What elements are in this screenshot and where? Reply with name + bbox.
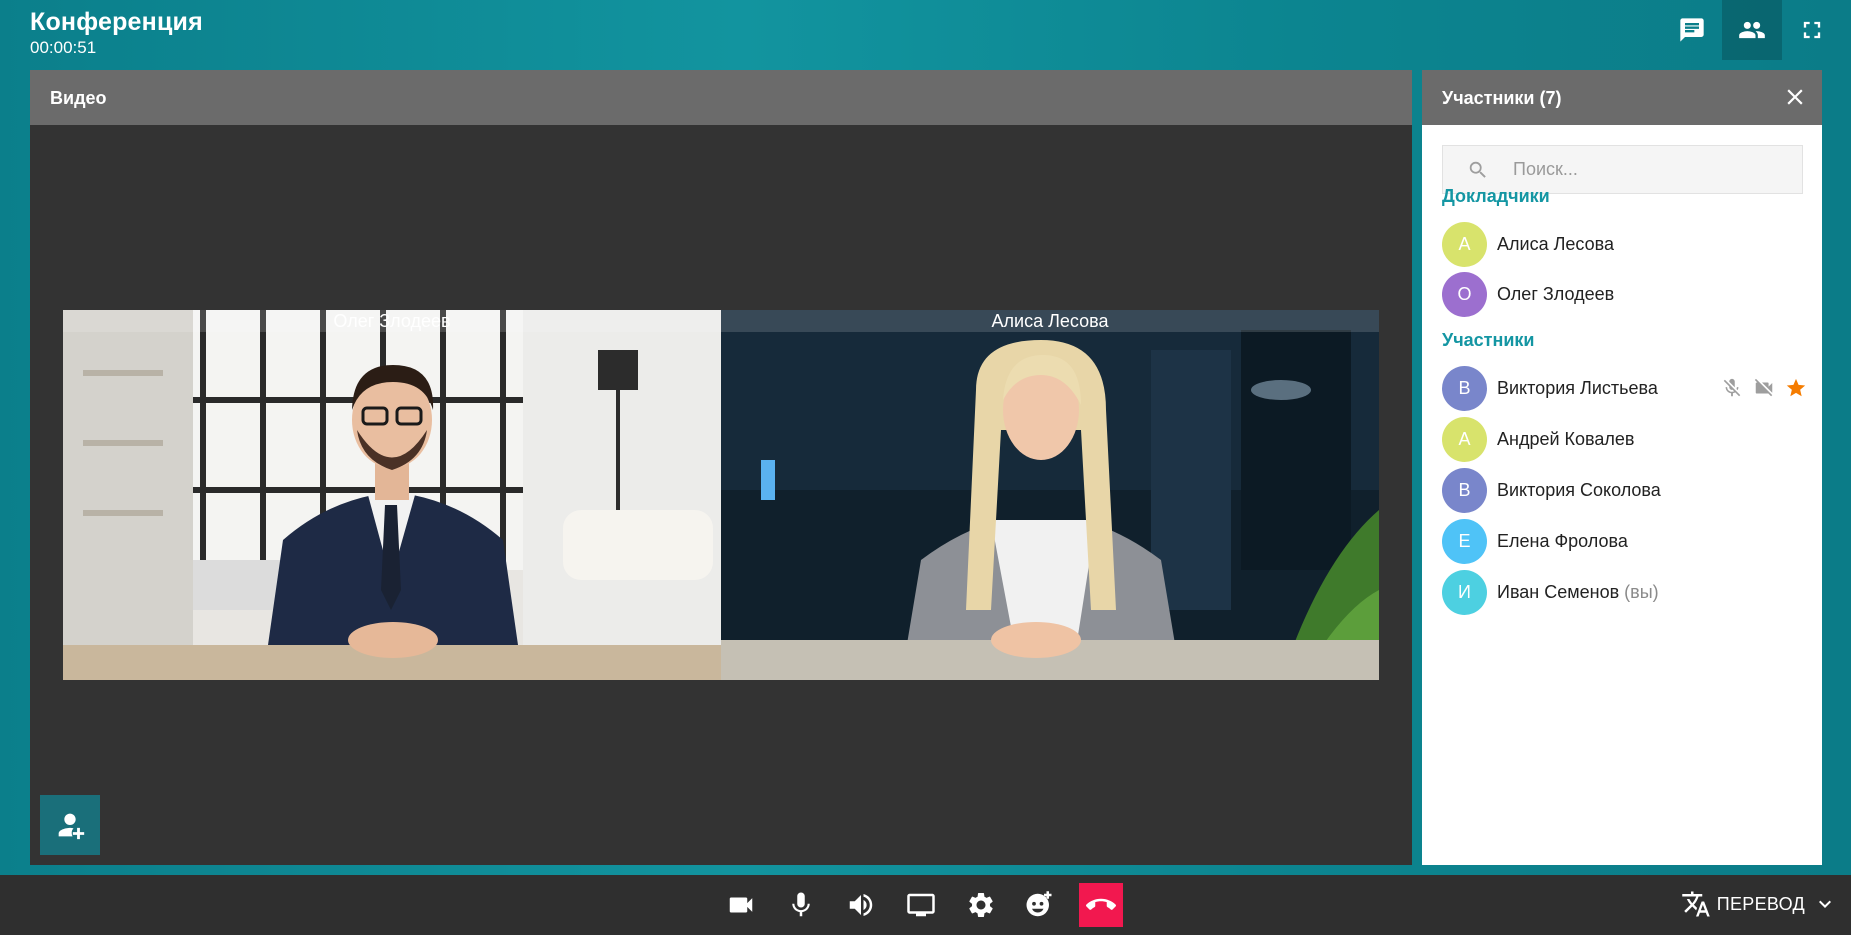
participant-alisa-lesova[interactable]: А Алиса Лесова — [1442, 221, 1807, 267]
search-icon — [1469, 161, 1486, 178]
close-participants-button[interactable] — [1782, 84, 1808, 110]
emoji-button[interactable] — [1017, 883, 1061, 927]
star-icon[interactable] — [1785, 377, 1807, 399]
translate-button[interactable]: ПЕРЕВОД — [1681, 889, 1837, 919]
control-bar: ПЕРЕВОД — [0, 875, 1851, 935]
avatar: В — [1442, 467, 1487, 513]
speakers-section-title: Докладчики — [1442, 186, 1550, 206]
participants-panel: Участники (7) Докладчики А Алиса Лесова … — [1422, 70, 1822, 865]
avatar: Е — [1442, 518, 1487, 564]
video-off-icon[interactable] — [1753, 377, 1775, 399]
avatar: А — [1442, 416, 1487, 462]
video-frame-office — [63, 310, 721, 680]
volume-icon — [849, 894, 873, 916]
emoji-add-icon — [1026, 891, 1052, 917]
chat-button[interactable] — [1662, 0, 1722, 60]
participant-ivan-semenov[interactable]: И Иван Семенов (вы) — [1442, 569, 1807, 615]
settings-icon — [969, 893, 993, 917]
search-input[interactable] — [1513, 159, 1753, 180]
participant-elena-frolova[interactable]: Е Елена Фролова — [1442, 518, 1807, 564]
avatar: И — [1442, 569, 1487, 615]
translate-label: ПЕРЕВОД — [1716, 893, 1805, 914]
participant-name: Алиса Лесова — [1497, 233, 1614, 254]
screen-share-icon — [907, 893, 935, 917]
avatar: О — [1442, 271, 1487, 317]
video-panel: Видео Олег Злодеев Алиса Лесова — [30, 70, 1412, 865]
participant-viktoriya-listyeva[interactable]: В Виктория Листьева — [1442, 365, 1807, 411]
video-tile-name: Олег Злодеев — [63, 310, 721, 332]
participants-toggle-button[interactable] — [1722, 0, 1782, 60]
camera-button[interactable] — [719, 883, 763, 927]
participant-name: Андрей Ковалев — [1497, 428, 1635, 449]
settings-button[interactable] — [959, 883, 1003, 927]
participant-name: Иван Семенов — [1497, 581, 1620, 602]
volume-button[interactable] — [839, 883, 883, 927]
participants-title: Участники (7) — [1442, 88, 1562, 108]
participant-viktoriya-sokolova[interactable]: В Виктория Соколова — [1442, 467, 1807, 513]
hangup-button[interactable] — [1079, 883, 1123, 927]
participant-oleg-zlodeev[interactable]: О Олег Злодеев — [1442, 271, 1807, 317]
translate-icon — [1681, 891, 1710, 917]
video-tile-oleg[interactable]: Олег Злодеев — [63, 310, 721, 680]
avatar: В — [1442, 365, 1487, 411]
close-icon — [1787, 89, 1803, 105]
video-panel-title: Видео — [30, 70, 1412, 125]
video-frame-night-office — [721, 310, 1379, 680]
participant-status-icons — [1721, 377, 1807, 399]
top-bar: Конференция 00:00:51 — [0, 0, 1851, 70]
participants-header: Участники (7) — [1422, 70, 1822, 125]
participant-andrey-kovalev[interactable]: А Андрей Ковалев — [1442, 416, 1807, 462]
add-participant-button[interactable] — [40, 795, 100, 855]
participant-you-label: (вы) — [1624, 581, 1659, 602]
chat-icon — [1680, 18, 1704, 42]
fullscreen-icon — [1803, 21, 1821, 39]
participant-name: Виктория Листьева — [1497, 377, 1658, 398]
video-tile-alisa[interactable]: Алиса Лесова — [721, 310, 1379, 680]
chevron-down-icon — [1819, 900, 1831, 908]
video-tile-name: Алиса Лесова — [721, 310, 1379, 332]
mic-off-icon[interactable] — [1721, 377, 1743, 399]
participant-name: Елена Фролова — [1497, 530, 1628, 551]
conference-title: Конференция — [30, 8, 203, 36]
avatar: А — [1442, 221, 1487, 267]
video-tiles: Олег Злодеев Алиса Лесова — [63, 310, 1379, 680]
add-user-icon — [58, 813, 85, 840]
participant-name: Олег Злодеев — [1497, 283, 1615, 304]
camera-icon — [729, 897, 753, 913]
mic-icon — [792, 892, 810, 917]
hangup-icon — [1086, 898, 1116, 910]
mic-button[interactable] — [779, 883, 823, 927]
participant-name: Виктория Соколова — [1497, 479, 1661, 500]
people-icon — [1739, 21, 1765, 39]
conference-timer: 00:00:51 — [30, 38, 97, 57]
fullscreen-button[interactable] — [1782, 0, 1842, 60]
members-section-title: Участники — [1442, 330, 1535, 350]
screen-share-button[interactable] — [899, 883, 943, 927]
